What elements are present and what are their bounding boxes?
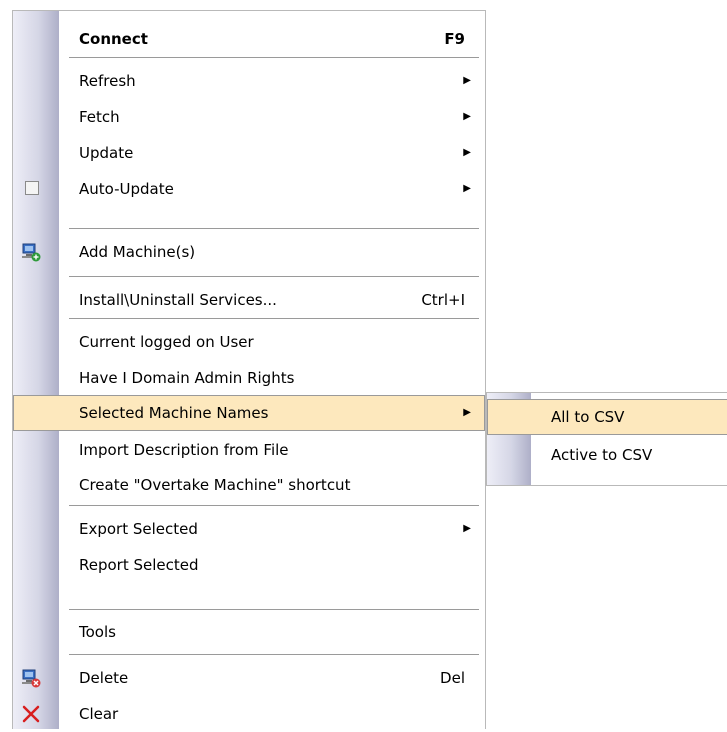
add-machine-icon bbox=[21, 242, 41, 262]
menu-separator bbox=[69, 57, 479, 58]
menu-item-auto-update[interactable]: Auto-Update ▶ bbox=[13, 171, 485, 207]
menu-item-selected-machine-names[interactable]: Selected Machine Names ▶ bbox=[13, 395, 485, 431]
menu-item-label: Report Selected bbox=[79, 556, 199, 574]
menu-item-label: Delete bbox=[79, 669, 129, 687]
menu-item-shortcut: F9 bbox=[444, 30, 465, 48]
menu-separator bbox=[69, 609, 479, 610]
menu-item-delete[interactable]: Delete Del bbox=[13, 660, 485, 696]
submenu-arrow-icon: ▶ bbox=[463, 75, 471, 86]
red-x-icon bbox=[21, 704, 41, 724]
menu-item-shortcut: Del bbox=[440, 669, 465, 687]
menu-item-create-overtake-shortcut[interactable]: Create "Overtake Machine" shortcut bbox=[13, 467, 485, 503]
menu-item-label: Create "Overtake Machine" shortcut bbox=[79, 476, 351, 494]
menu-separator bbox=[69, 276, 479, 277]
menu-item-import-description[interactable]: Import Description from File bbox=[13, 432, 485, 468]
submenu-item-label: Active to CSV bbox=[551, 446, 653, 464]
menu-item-domain-admin-rights[interactable]: Have I Domain Admin Rights bbox=[13, 360, 485, 396]
submenu-arrow-icon: ▶ bbox=[463, 111, 471, 122]
menu-item-label: Selected Machine Names bbox=[79, 404, 269, 422]
menu-item-label: Export Selected bbox=[79, 520, 198, 538]
menu-item-install-uninstall-services[interactable]: Install\Uninstall Services... Ctrl+I bbox=[13, 282, 485, 318]
menu-item-label: Auto-Update bbox=[79, 180, 174, 198]
submenu-arrow-icon: ▶ bbox=[463, 407, 471, 418]
submenu-arrow-icon: ▶ bbox=[463, 183, 471, 194]
submenu-item-all-to-csv[interactable]: All to CSV bbox=[487, 399, 727, 435]
auto-update-checkbox[interactable] bbox=[25, 181, 39, 195]
menu-separator bbox=[69, 654, 479, 655]
menu-item-connect[interactable]: Connect F9 bbox=[13, 21, 485, 57]
menu-item-label: Refresh bbox=[79, 72, 136, 90]
menu-item-label: Add Machine(s) bbox=[79, 243, 196, 261]
menu-item-report-selected[interactable]: Report Selected bbox=[13, 547, 485, 583]
menu-item-label: Connect bbox=[79, 30, 148, 48]
submenu-item-label: All to CSV bbox=[551, 408, 625, 426]
menu-item-export-selected[interactable]: Export Selected ▶ bbox=[13, 511, 485, 547]
menu-item-tools[interactable]: Tools bbox=[13, 614, 485, 650]
menu-item-label: Fetch bbox=[79, 108, 120, 126]
menu-item-refresh[interactable]: Refresh ▶ bbox=[13, 63, 485, 99]
menu-item-label: Import Description from File bbox=[79, 441, 289, 459]
submenu-arrow-icon: ▶ bbox=[463, 523, 471, 534]
menu-item-label: Update bbox=[79, 144, 134, 162]
menu-item-label: Install\Uninstall Services... bbox=[79, 291, 277, 309]
menu-item-current-logged-on-user[interactable]: Current logged on User bbox=[13, 324, 485, 360]
menu-item-label: Have I Domain Admin Rights bbox=[79, 369, 295, 387]
delete-machine-icon bbox=[21, 668, 41, 688]
menu-item-label: Tools bbox=[79, 623, 116, 641]
menu-separator bbox=[69, 318, 479, 319]
menu-item-label: Current logged on User bbox=[79, 333, 254, 351]
submenu-arrow-icon: ▶ bbox=[463, 147, 471, 158]
menu-item-clear[interactable]: Clear bbox=[13, 696, 485, 732]
selected-machine-names-submenu: All to CSV Active to CSV bbox=[486, 392, 727, 486]
menu-item-label: Clear bbox=[79, 705, 119, 723]
menu-item-fetch[interactable]: Fetch ▶ bbox=[13, 99, 485, 135]
context-menu: Connect F9 Refresh ▶ Fetch ▶ Update ▶ Au… bbox=[12, 10, 486, 729]
menu-separator bbox=[69, 505, 479, 506]
menu-separator bbox=[69, 228, 479, 229]
submenu-item-active-to-csv[interactable]: Active to CSV bbox=[487, 437, 727, 473]
menu-item-update[interactable]: Update ▶ bbox=[13, 135, 485, 171]
menu-item-add-machines[interactable]: Add Machine(s) bbox=[13, 234, 485, 270]
menu-item-shortcut: Ctrl+I bbox=[421, 291, 465, 309]
